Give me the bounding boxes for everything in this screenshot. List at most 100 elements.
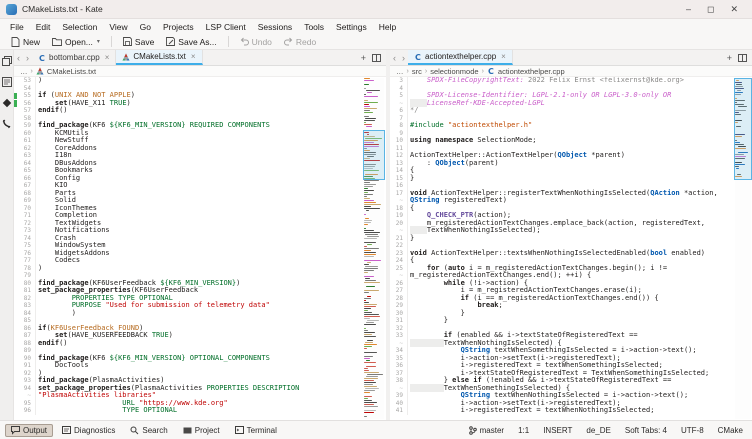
left-breadcrumb[interactable]: …›CMakeLists.txt <box>14 66 386 77</box>
undo-button[interactable]: Undo <box>235 35 277 49</box>
code-line[interactable]: 8#include "actiontexthelper.h" <box>390 122 752 130</box>
menu-help[interactable]: Help <box>373 20 402 34</box>
save-button[interactable]: Save <box>118 35 159 49</box>
menu-view[interactable]: View <box>103 20 133 34</box>
split-view-icon[interactable] <box>372 54 381 62</box>
code-line[interactable]: ~ LicenseRef-KDE-Accepted-LGPL <box>390 100 752 108</box>
code-line[interactable]: 23void ActionTextHelper::textsWhenNothin… <box>390 250 752 258</box>
code-line[interactable]: 57endif() <box>14 107 386 115</box>
menu-edit[interactable]: Edit <box>30 20 57 34</box>
code-line[interactable]: 78) <box>14 265 386 273</box>
tab-close-icon[interactable]: × <box>501 52 506 61</box>
code-line[interactable]: ~QString registeredText) <box>390 197 752 205</box>
status-highlight-mode[interactable]: CMake <box>718 426 743 435</box>
breadcrumb-item[interactable]: src <box>412 67 422 76</box>
tab-bottombar.cpp[interactable]: Cbottombar.cpp× <box>32 50 116 65</box>
status-encoding[interactable]: UTF-8 <box>681 426 704 435</box>
tab-next-icon[interactable]: › <box>402 53 405 63</box>
breadcrumb-item[interactable]: … <box>20 67 28 76</box>
left-minimap-scrollbar[interactable] <box>364 78 384 419</box>
left-editor[interactable]: 53)5455if (UNIX AND NOT APPLE)56 set(HAV… <box>14 77 386 420</box>
tab-actiontexthelper.cpp[interactable]: Cactiontexthelper.cpp× <box>408 50 513 65</box>
code-line[interactable]: 15} <box>390 175 752 183</box>
tab-prev-icon[interactable]: ‹ <box>17 53 20 63</box>
tab-close-icon[interactable]: × <box>105 53 110 62</box>
right-minimap-scrollbar[interactable] <box>735 78 751 419</box>
code-line[interactable]: 56 set(HAVE_X11 TRUE) <box>14 100 386 108</box>
minimap-viewport[interactable] <box>734 78 752 180</box>
open-dropdown-caret-icon[interactable]: ▾ <box>97 38 100 45</box>
code-line[interactable]: 14{ <box>390 167 752 175</box>
save-as-button[interactable]: Save As... <box>161 35 221 49</box>
line-number: 83 <box>14 302 36 310</box>
code-line[interactable]: 96 TYPE OPTIONAL <box>14 407 386 415</box>
svg-text:C: C <box>488 67 494 75</box>
toolview-project[interactable]: Project <box>177 424 226 437</box>
status-tab-settings[interactable]: Soft Tabs: 4 <box>625 426 667 435</box>
menu-sessions[interactable]: Sessions <box>252 20 299 34</box>
breadcrumb-item[interactable]: selectionmode <box>430 67 478 76</box>
right-editor[interactable]: 3 SPDX-FileCopyrightText: 2022 Felix Ern… <box>390 77 752 420</box>
minimize-button[interactable]: – <box>686 4 691 15</box>
minimap-viewport[interactable] <box>363 130 385 180</box>
tab-close-icon[interactable]: × <box>191 52 196 61</box>
filesystem-icon[interactable] <box>2 77 12 87</box>
tab-prev-icon[interactable]: ‹ <box>393 53 396 63</box>
code-line[interactable]: 87 set(HAVE_KUSERFEEDBACK TRUE) <box>14 332 386 340</box>
status-input-mode[interactable]: INSERT <box>543 426 572 435</box>
close-button[interactable]: ✕ <box>730 4 738 15</box>
lsp-symbols-icon[interactable] <box>2 119 12 129</box>
tab-CMakeLists.txt[interactable]: CMakeLists.txt× <box>116 50 202 65</box>
menu-lsp-client[interactable]: LSP Client <box>200 20 252 34</box>
code-line[interactable]: 10using namespace SelectionMode; <box>390 137 752 145</box>
maximize-button[interactable]: ◻ <box>707 4 714 15</box>
code-line[interactable]: ~ TextWhenNothingIsSelected); <box>390 227 752 235</box>
redo-button[interactable]: Redo <box>279 35 321 49</box>
menu-tools[interactable]: Tools <box>298 20 330 34</box>
code-line[interactable]: 88endif() <box>14 340 386 348</box>
code-line[interactable]: 66 Config <box>14 175 386 183</box>
code-line[interactable]: 3 SPDX-FileCopyrightText: 2022 Felix Ern… <box>390 77 752 85</box>
menu-selection[interactable]: Selection <box>56 20 103 34</box>
open-button[interactable]: Open... ▾ <box>47 35 105 49</box>
menu-projects[interactable]: Projects <box>157 20 200 34</box>
code-line[interactable]: 91 DocTools <box>14 362 386 370</box>
code-line[interactable]: 13 : QObject(parent) <box>390 160 752 168</box>
menu-settings[interactable]: Settings <box>330 20 373 34</box>
status-dictionary[interactable]: de_DE <box>586 426 610 435</box>
breadcrumb-item[interactable]: … <box>396 67 404 76</box>
documents-icon[interactable] <box>2 56 12 66</box>
code-text: #include "actiontexthelper.h" <box>408 122 532 130</box>
menu-file[interactable]: File <box>4 20 30 34</box>
titlebar[interactable]: CMakeLists.txt - Kate – ◻ ✕ <box>0 0 752 19</box>
toolview-diagnostics[interactable]: Diagnostics <box>56 424 121 437</box>
tab-next-icon[interactable]: › <box>26 53 29 63</box>
menu-go[interactable]: Go <box>134 20 157 34</box>
line-number: 19 <box>390 212 408 220</box>
code-line[interactable]: 77 Codecs <box>14 257 386 265</box>
right-breadcrumb[interactable]: …›src›selectionmode›Cactiontexthelper.cp… <box>390 66 752 77</box>
breadcrumb-item[interactable]: actiontexthelper.cpp <box>498 67 565 76</box>
new-tab-icon[interactable]: + <box>727 53 732 63</box>
new-tab-icon[interactable]: + <box>361 53 366 63</box>
new-button[interactable]: New <box>6 35 45 49</box>
git-branch-status[interactable]: master <box>469 426 504 435</box>
code-line[interactable]: 84 ) <box>14 310 386 318</box>
toolview-label: Search <box>142 426 167 435</box>
toolview-terminal[interactable]: Terminal <box>229 424 283 437</box>
line-number: 20 <box>390 220 408 228</box>
code-line[interactable]: 21} <box>390 235 752 243</box>
line-number: 74 <box>14 235 36 243</box>
toolview-search[interactable]: Search <box>124 424 173 437</box>
breadcrumb-item[interactable]: CMakeLists.txt <box>47 67 96 76</box>
status-cursor-position[interactable]: 1:1 <box>518 426 529 435</box>
code-line[interactable]: 41 i->registeredText = textWhenNothingIs… <box>390 407 752 415</box>
code-line[interactable]: 6*/ <box>390 107 752 115</box>
split-view-icon[interactable] <box>738 54 747 62</box>
code-line[interactable]: 53) <box>14 77 386 85</box>
git-icon[interactable] <box>2 98 12 108</box>
toolview-output[interactable]: Output <box>5 424 53 437</box>
menubar: FileEditSelectionViewGoProjectsLSP Clien… <box>0 19 752 34</box>
code-line[interactable]: 31 } <box>390 317 752 325</box>
git-branch-icon <box>469 426 477 435</box>
